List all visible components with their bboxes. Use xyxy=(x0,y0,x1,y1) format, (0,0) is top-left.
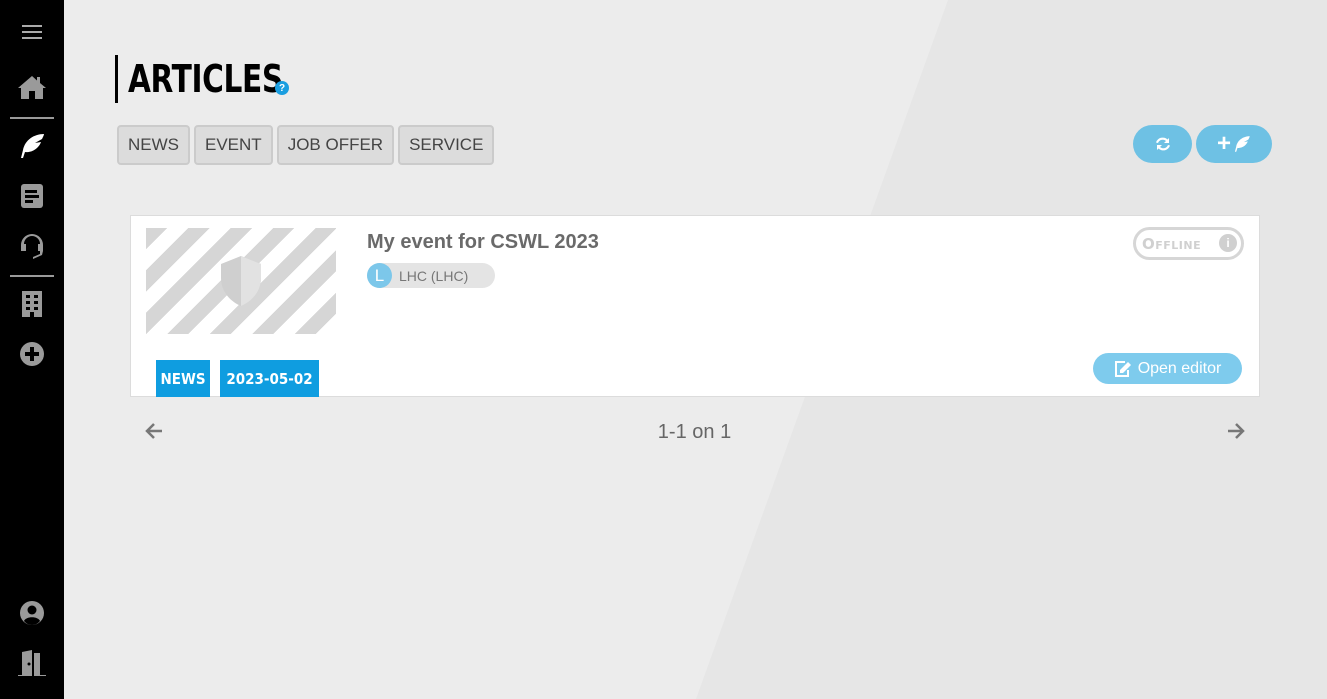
feather-icon xyxy=(21,134,44,158)
document-icon xyxy=(21,184,43,208)
author-chip: L LHC (LHC) xyxy=(367,263,495,288)
category-tag: NEWS xyxy=(156,360,210,397)
page-title: ARTICLES xyxy=(128,57,283,101)
info-icon: i xyxy=(1219,234,1237,252)
open-editor-button[interactable]: Open editor xyxy=(1093,353,1242,384)
refresh-button[interactable] xyxy=(1133,125,1192,163)
sidebar-separator xyxy=(10,117,54,119)
menu-button[interactable] xyxy=(0,12,64,52)
main-content: ARTICLES ? NEWS EVENT JOB OFFER SERVICE … xyxy=(64,0,1327,699)
sidebar-item-support[interactable] xyxy=(0,226,64,266)
edit-icon xyxy=(1114,360,1131,377)
category-filters: NEWS EVENT JOB OFFER SERVICE xyxy=(117,125,495,165)
article-thumbnail xyxy=(146,228,336,334)
author-name: LHC (LHC) xyxy=(399,267,469,284)
add-article-button[interactable]: + xyxy=(1196,125,1272,163)
arrow-right-icon xyxy=(1228,423,1245,439)
status-text: Offline xyxy=(1142,234,1202,253)
headset-icon xyxy=(21,234,43,259)
sidebar-item-articles[interactable] xyxy=(0,126,64,166)
refresh-icon xyxy=(1155,137,1170,151)
sidebar-item-home[interactable] xyxy=(0,67,64,107)
building-icon xyxy=(22,291,42,317)
plus-glyph: + xyxy=(1216,130,1231,157)
filter-news-button[interactable]: NEWS xyxy=(117,125,190,165)
filter-event-button[interactable]: EVENT xyxy=(194,125,273,165)
pagination-text: 1-1 on 1 xyxy=(657,421,732,443)
status-badge[interactable]: Offline i xyxy=(1133,227,1244,260)
plus-circle-icon xyxy=(20,342,44,366)
add-feather-icon xyxy=(1234,136,1250,152)
door-exit-icon xyxy=(18,650,46,676)
article-title[interactable]: My event for CSWL 2023 xyxy=(367,231,599,254)
sidebar-item-logout[interactable] xyxy=(0,643,64,683)
author-avatar: L xyxy=(367,263,392,288)
page-title-block: ARTICLES ? xyxy=(115,55,304,103)
sidebar-item-profile[interactable] xyxy=(0,593,64,633)
article-card: My event for CSWL 2023 L LHC (LHC) Offli… xyxy=(130,215,1260,397)
filter-job-offer-button[interactable]: JOB OFFER xyxy=(276,125,395,165)
user-circle-icon xyxy=(20,601,44,625)
open-editor-label: Open editor xyxy=(1137,359,1222,377)
filter-service-button[interactable]: SERVICE xyxy=(398,125,495,165)
shield-placeholder-icon xyxy=(221,256,261,306)
sidebar-separator xyxy=(10,275,54,277)
menu-icon xyxy=(22,25,42,39)
sidebar-item-add[interactable] xyxy=(0,334,64,374)
sidebar-item-pages[interactable] xyxy=(0,176,64,216)
home-icon xyxy=(18,76,46,99)
sidebar-item-organization[interactable] xyxy=(0,284,64,324)
sidebar xyxy=(0,0,64,699)
help-icon[interactable]: ? xyxy=(275,81,289,95)
date-tag: 2023-05-02 xyxy=(220,360,319,397)
next-page-button[interactable] xyxy=(1226,421,1246,446)
